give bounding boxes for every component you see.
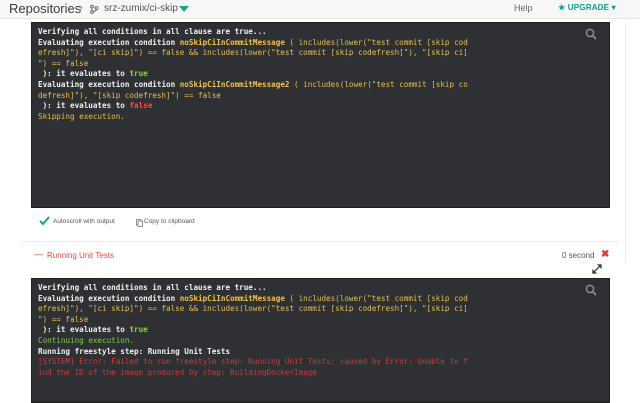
expand-icon[interactable] (592, 264, 602, 274)
collapse-step-icon[interactable]: — (34, 249, 43, 259)
search-icon[interactable] (585, 28, 597, 40)
log-line: Evaluating execution condition noSkipCiI… (38, 294, 603, 305)
log-text: ): it evaluates to (38, 101, 130, 111)
log-text: ( includes(lower("test commit [skip cod (284, 37, 468, 47)
log-text: Evaluating execution condition (38, 37, 180, 47)
autoscroll-label[interactable]: Autoscroll with output (53, 218, 115, 225)
condition-name: noSkipCiInCommitMessage (179, 293, 285, 303)
copy-to-clipboard-button[interactable]: Copy to clipboard (144, 218, 195, 225)
result-false: false (129, 101, 153, 111)
log-line: Continuing execution. (38, 335, 135, 345)
close-icon[interactable]: ✖ (601, 250, 609, 260)
log-line: Skipping execution. (38, 111, 125, 121)
result-true: true (129, 325, 148, 335)
log-line: Verifying all conditions in all clause a… (38, 27, 267, 36)
log-line: efresh]"), "[ci skip]") == false && incl… (38, 304, 468, 314)
log-line: efresh]"), "[ci skip]") == false && incl… (38, 48, 468, 58)
error-line: [SYSTEM] Error: Failed to run freestyle … (38, 357, 468, 367)
divider (22, 241, 618, 242)
chevron-down-icon[interactable] (179, 6, 189, 12)
condition-name: noSkipCiInCommitMessage2 (179, 79, 290, 89)
help-link[interactable]: Help (514, 3, 533, 13)
log-line: ") == false (38, 58, 89, 68)
log-line: ): it evaluates to false (38, 101, 603, 112)
log-line: Running freestyle step: Running Unit Tes… (38, 346, 231, 356)
log-line: ): it evaluates to true (38, 325, 603, 336)
search-icon[interactable] (585, 284, 597, 296)
log-text: ): it evaluates to (38, 325, 130, 335)
result-true: true (129, 69, 148, 79)
scrollbar-track[interactable] (625, 22, 626, 262)
log-line: Verifying all conditions in all clause a… (38, 283, 267, 292)
top-bar: Repositories › srz-zumix/ci-skip Help ★ … (0, 0, 640, 19)
step-duration: 0 second (562, 251, 595, 260)
log-terminal-2[interactable]: Verifying all conditions in all clause a… (31, 278, 610, 403)
checkbox-checked-icon[interactable] (39, 216, 50, 226)
log-text: ( includes(lower("test commit [skip co (289, 79, 468, 89)
upgrade-button[interactable]: ★ UPGRADE ▾ (558, 3, 616, 12)
condition-name: noSkipCiInCommitMessage (179, 37, 285, 47)
git-repo-icon (90, 4, 99, 14)
breadcrumb-separator: › (79, 2, 83, 14)
log-line: Evaluating execution condition noSkipCiI… (38, 38, 603, 49)
log-text: Evaluating execution condition (38, 293, 180, 303)
log-line: Evaluating execution condition noSkipCiI… (38, 80, 603, 91)
log-text: Evaluating execution condition (38, 79, 180, 89)
repositories-link[interactable]: Repositories (9, 1, 81, 16)
log-line: ") == false (38, 314, 89, 324)
repo-name[interactable]: srz-zumix/ci-skip (104, 3, 178, 14)
copy-icon[interactable] (136, 219, 143, 227)
step-title[interactable]: Running Unit Tests (47, 251, 114, 260)
error-line: ind the ID of the image produced by step… (38, 367, 317, 377)
log-line: defresh]"), "[skip codefresh]") == false (38, 90, 221, 100)
log-text: ( includes(lower("test commit [skip cod (284, 293, 468, 303)
log-text: ): it evaluates to (38, 69, 130, 79)
log-terminal-1[interactable]: Verifying all conditions in all clause a… (31, 22, 610, 208)
log-line: ): it evaluates to true (38, 69, 603, 80)
